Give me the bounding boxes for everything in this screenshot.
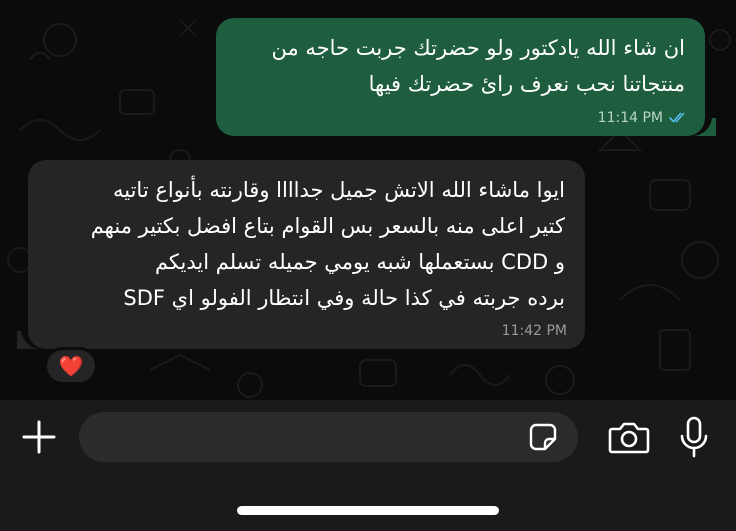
double-check-read-icon <box>669 112 689 124</box>
message-meta: 11:14 PM <box>598 110 689 126</box>
microphone-icon <box>680 416 708 458</box>
outgoing-message-bubble[interactable]: ان شاء الله يادكتور ولو حضرتك جربت حاجه … <box>216 18 705 136</box>
message-text: ان شاء الله يادكتور ولو حضرتك جربت حاجه … <box>271 36 686 96</box>
plus-icon <box>22 420 56 454</box>
attach-button[interactable] <box>20 418 58 456</box>
message-text: ايوا ماشاء الله الاتش جميل جداااا وقارنت… <box>90 178 565 310</box>
camera-button[interactable] <box>608 420 650 456</box>
sticker-icon <box>529 423 557 451</box>
bubble-tail <box>17 331 39 349</box>
home-indicator[interactable] <box>237 506 499 515</box>
message-time: 11:42 PM <box>501 323 567 339</box>
message-time: 11:14 PM <box>597 110 663 126</box>
bubble-tail <box>694 118 716 136</box>
incoming-message-bubble[interactable]: ايوا ماشاء الله الاتش جميل جداااا وقارنت… <box>28 160 585 349</box>
heart-icon: ❤️ <box>58 354 84 378</box>
heart-reaction[interactable]: ❤️ <box>44 347 98 385</box>
message-input[interactable] <box>79 412 578 462</box>
camera-icon <box>608 422 650 454</box>
sticker-button[interactable] <box>528 422 558 452</box>
microphone-button[interactable] <box>678 416 710 458</box>
chat-area[interactable]: ان شاء الله يادكتور ولو حضرتك جربت حاجه … <box>0 0 736 400</box>
